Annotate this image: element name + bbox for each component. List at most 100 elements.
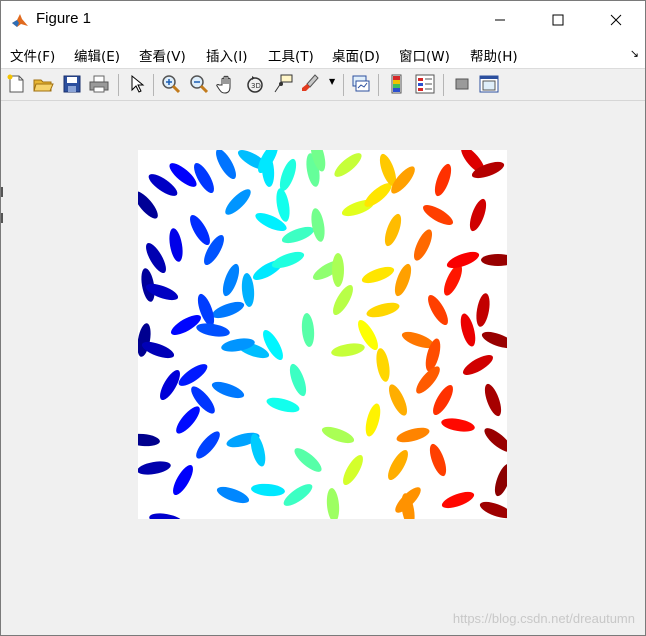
rice-grain — [484, 383, 502, 417]
rice-grain — [334, 153, 362, 177]
rotate-3d-icon[interactable]: 3D — [244, 73, 266, 95]
toolbar-separator — [118, 74, 119, 96]
rice-grain — [394, 263, 412, 297]
zoom-in-icon[interactable] — [160, 73, 182, 95]
dock-arrow-icon[interactable]: ↘ — [630, 47, 639, 60]
rice-grain — [138, 461, 171, 475]
rice-grain — [266, 397, 300, 413]
labeled-image-axes[interactable] — [138, 150, 507, 519]
link-plot-icon[interactable] — [350, 73, 372, 95]
toolbar-separator — [378, 74, 379, 96]
rice-grain — [331, 343, 365, 357]
menu-desktop[interactable]: 桌面(D) — [332, 45, 380, 65]
rice-grains-image — [138, 150, 507, 519]
rice-grain — [326, 488, 340, 519]
rice-grain — [446, 251, 480, 269]
rice-grain — [138, 433, 160, 447]
open-file-icon[interactable] — [32, 73, 54, 95]
window-title: Figure 1 — [36, 10, 92, 27]
pan-hand-icon[interactable] — [216, 73, 238, 95]
menu-bar: 文件(F) 编辑(E) 查看(V) 插入(I) 工具(T) 桌面(D) 窗口(W… — [1, 39, 645, 69]
rice-grain — [251, 483, 285, 497]
svg-text:3D: 3D — [251, 82, 261, 90]
minimize-button[interactable] — [471, 1, 529, 39]
rice-grain — [434, 163, 452, 197]
menu-tools[interactable]: 工具(T) — [268, 45, 314, 65]
close-button[interactable] — [587, 1, 645, 39]
rice-grain — [441, 418, 475, 432]
minimize-icon — [495, 19, 505, 21]
rice-grain — [279, 158, 297, 192]
print-icon[interactable] — [88, 73, 110, 95]
brush-icon[interactable] — [299, 73, 321, 95]
rice-grain — [413, 229, 433, 261]
new-figure-icon[interactable] — [5, 73, 27, 95]
rice-grain — [333, 284, 353, 316]
save-icon[interactable] — [61, 73, 83, 95]
rice-grain — [376, 348, 390, 382]
close-icon — [610, 14, 622, 26]
rice-grain — [190, 214, 210, 246]
legend-icon[interactable] — [414, 73, 436, 95]
title-bar[interactable]: Figure 1 — [1, 1, 645, 39]
hide-plot-tools-icon[interactable] — [451, 73, 473, 95]
rice-grain — [173, 464, 193, 496]
rice-grain — [481, 331, 507, 349]
zoom-out-icon[interactable] — [188, 73, 210, 95]
rice-grain — [484, 428, 507, 452]
rice-grain — [176, 406, 200, 434]
rice-grain — [366, 302, 400, 318]
rice-grain — [321, 426, 355, 444]
rice-grain — [388, 384, 408, 416]
brush-dropdown-icon[interactable]: ▼ — [329, 77, 335, 86]
menu-window[interactable]: 窗口(W) — [399, 45, 450, 65]
toolbar-separator — [343, 74, 344, 96]
menu-file[interactable]: 文件(F) — [10, 45, 55, 65]
toolbar-separator — [153, 74, 154, 96]
edge-tick — [1, 187, 3, 197]
rice-grain — [433, 384, 453, 416]
rice-grain — [301, 313, 315, 347]
rice-grain — [494, 463, 507, 497]
select-pointer-icon[interactable] — [125, 73, 147, 95]
rice-grain — [196, 431, 220, 459]
rice-grain — [294, 448, 322, 472]
figure-window: Figure 1 文件(F) 编辑(E) 查看(V) 插入(I) 工具(T) 桌… — [0, 0, 646, 636]
rice-grain — [422, 205, 454, 225]
rice-grain — [276, 188, 290, 222]
menu-insert[interactable]: 插入(I) — [206, 45, 248, 65]
rice-grain — [225, 189, 251, 215]
rice-grain — [469, 198, 487, 232]
menu-help[interactable]: 帮助(H) — [470, 45, 518, 65]
rice-grain — [460, 313, 476, 347]
rice-grain — [289, 363, 307, 397]
rice-grain — [149, 513, 183, 519]
rice-grain — [428, 294, 448, 326]
rice-grain — [211, 381, 245, 399]
matlab-logo-icon — [11, 11, 29, 29]
rice-grain — [479, 501, 507, 519]
rice-grain — [476, 293, 490, 327]
maximize-button[interactable] — [529, 1, 587, 39]
show-plot-tools-icon[interactable] — [478, 73, 500, 95]
menu-edit[interactable]: 编辑(E) — [74, 45, 120, 65]
rice-grain — [365, 403, 381, 437]
rice-grain — [384, 213, 402, 247]
colorbar-icon[interactable] — [386, 73, 408, 95]
watermark-text: https://blog.csdn.net/dreautumn — [452, 611, 635, 626]
rice-grain — [361, 266, 395, 284]
maximize-icon — [552, 14, 564, 26]
rice-grain — [194, 162, 214, 194]
rice-grain — [343, 454, 363, 486]
rice-grain — [178, 364, 208, 386]
figure-toolbar: 3D ▼ — [1, 69, 645, 101]
menu-view[interactable]: 查看(V) — [139, 45, 186, 65]
data-cursor-icon[interactable] — [272, 73, 294, 95]
rice-grain — [138, 191, 158, 219]
rice-grain — [462, 355, 494, 375]
rice-grain — [311, 208, 325, 242]
rice-grain — [216, 150, 236, 180]
rice-grain — [283, 484, 313, 506]
rice-grain — [211, 301, 245, 319]
rice-grain — [481, 254, 507, 266]
